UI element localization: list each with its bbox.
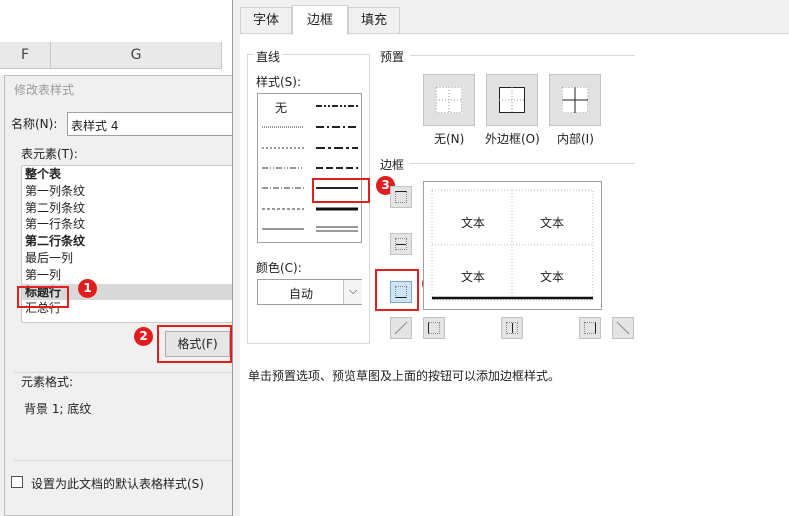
annotation-box-header-row — [17, 286, 69, 308]
annotation-badge-2: 2 — [134, 327, 153, 346]
preset-inside-label: 内部(I) — [557, 132, 594, 146]
preset-inside-button[interactable] — [549, 74, 601, 126]
color-label: 颜色(C): — [256, 261, 302, 275]
border-group-title: 边框 — [380, 158, 405, 172]
divider — [410, 55, 635, 56]
divider — [410, 163, 635, 164]
line-style-none[interactable]: 无 — [275, 99, 287, 116]
border-right-icon — [584, 322, 596, 334]
list-item[interactable]: 整个表 — [22, 166, 234, 183]
line-style-picker[interactable]: 无 — [257, 93, 362, 243]
border-right-button[interactable] — [579, 317, 601, 339]
list-item[interactable]: 第二行条纹 — [22, 233, 234, 250]
preview-cell-text: 文本 — [540, 216, 565, 230]
border-middle-vertical-button[interactable] — [501, 317, 523, 339]
preset-outline-label: 外边框(O) — [485, 132, 540, 146]
list-item[interactable]: 最后一列 — [22, 250, 234, 267]
line-styles-svg — [262, 105, 358, 232]
column-header-g[interactable]: G — [51, 42, 222, 69]
list-item[interactable]: 第一行条纹 — [22, 216, 234, 233]
annotation-badge-1: 1 — [78, 279, 97, 298]
tab-border[interactable]: 边框 — [292, 5, 348, 35]
chevron-down-icon[interactable]: ⌵ — [343, 280, 362, 304]
color-select[interactable]: 自动 ⌵ — [257, 279, 362, 305]
annotation-box-format — [157, 325, 232, 363]
preset-none-icon — [436, 87, 462, 113]
preset-outline-icon — [499, 87, 525, 113]
preview-cell-text: 文本 — [540, 270, 565, 284]
column-f-label: F — [20, 47, 30, 63]
list-item[interactable]: 第一列 — [22, 267, 234, 284]
border-left-icon — [428, 322, 440, 334]
preset-group-title: 预置 — [380, 50, 405, 64]
table-elements-label: 表元素(T): — [21, 147, 78, 161]
line-group-title: 直线 — [254, 48, 283, 65]
preset-none-button[interactable] — [423, 74, 475, 126]
name-input-value: 表样式 4 — [71, 119, 119, 133]
tab-font[interactable]: 字体 — [240, 7, 292, 33]
list-item[interactable]: 第二列条纹 — [22, 200, 234, 217]
border-middle-horizontal-button[interactable] — [390, 233, 412, 255]
annotation-box-line-style — [312, 178, 370, 203]
preset-inside-icon — [562, 87, 588, 113]
preview-cell-text: 文本 — [461, 216, 486, 230]
border-top-button[interactable] — [390, 186, 412, 208]
dialog-title: 修改表样式 — [14, 83, 75, 97]
name-input[interactable]: 表样式 4 — [67, 112, 235, 136]
default-style-label: 设置为此文档的默认表格样式(S) — [31, 477, 204, 491]
border-diagonal-down-button[interactable] — [612, 317, 634, 339]
tab-fill[interactable]: 填充 — [348, 7, 400, 33]
element-format-value: 背景 1; 底纹 — [24, 402, 92, 416]
list-item[interactable]: 第一列条纹 — [22, 183, 234, 200]
name-label: 名称(N): — [11, 117, 58, 131]
border-left-button[interactable] — [423, 317, 445, 339]
color-select-value: 自动 — [289, 287, 314, 301]
border-top-icon — [395, 191, 407, 203]
border-middle-icon — [395, 238, 407, 250]
border-diagonal-up-button[interactable] — [390, 317, 412, 339]
border-vertical-icon — [506, 322, 518, 334]
style-label: 样式(S): — [256, 75, 302, 89]
diagonal-down-icon — [616, 321, 630, 335]
preview-grid-svg — [431, 189, 594, 301]
spreadsheet-background: F G — [0, 0, 240, 75]
preset-none-label: 无(N) — [434, 132, 465, 146]
preset-outline-button[interactable] — [486, 74, 538, 126]
element-format-label: 元素格式: — [21, 375, 74, 389]
border-preview[interactable]: 文本 文本 文本 文本 — [423, 181, 602, 310]
column-g-label: G — [130, 47, 142, 63]
diagonal-up-icon — [394, 321, 408, 335]
annotation-box-bottom-border — [375, 269, 419, 311]
divider — [14, 460, 236, 461]
border-hint-text: 单击预置选项、预览草图及上面的按钮可以添加边框样式。 — [248, 369, 561, 383]
default-style-checkbox[interactable] — [11, 476, 23, 488]
column-header-f[interactable]: F — [0, 42, 51, 69]
preview-cell-text: 文本 — [461, 270, 486, 284]
